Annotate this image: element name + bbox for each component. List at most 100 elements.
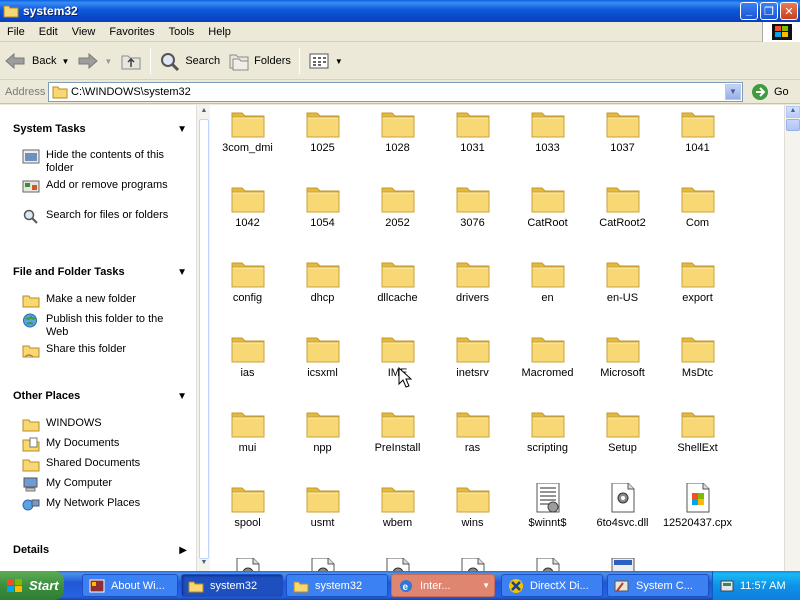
system-tasks-header[interactable]: System Tasks ▼ (13, 117, 187, 141)
folder-item[interactable]: inetsrv (435, 330, 510, 405)
folder-item[interactable]: en-US (585, 255, 660, 330)
search-button[interactable]: Search (155, 46, 224, 76)
folder-item[interactable]: usmt (285, 480, 360, 555)
folder-item[interactable]: 1031 (435, 105, 510, 180)
folders-button[interactable]: Folders (224, 46, 295, 76)
title-bar[interactable]: system32 _ ❐ ✕ (0, 0, 800, 22)
folder-item[interactable]: dllcache (360, 255, 435, 330)
folder-item[interactable]: ShellExt (660, 405, 735, 480)
file-item[interactable] (285, 555, 360, 571)
task-share-folder[interactable]: Share this folder (22, 343, 172, 358)
folder-item[interactable]: ras (435, 405, 510, 480)
folder-item[interactable]: config (210, 255, 285, 330)
task-search-files[interactable]: Search for files or folders (22, 209, 172, 224)
file-list-view[interactable]: 3com_dmi 1025 1028 1031 1033 1037 1041 1042 1054… (210, 105, 784, 571)
folder-item[interactable]: dhcp (285, 255, 360, 330)
views-button[interactable]: ▼ (304, 46, 347, 76)
chevron-down-icon[interactable]: ▼ (335, 57, 343, 66)
menu-tools[interactable]: Tools (162, 26, 202, 38)
folder-item[interactable]: Setup (585, 405, 660, 480)
task-hide-contents[interactable]: Hide the contents of this folder (22, 149, 172, 175)
taskbar-system32[interactable]: system32 (286, 574, 388, 597)
task-make-new-folder[interactable]: Make a new folder (22, 293, 172, 308)
file-folder-tasks-header[interactable]: File and Folder Tasks ▼ (13, 260, 187, 284)
folder-item[interactable]: Com (660, 180, 735, 255)
folder-item[interactable]: 1054 (285, 180, 360, 255)
expand-icon[interactable]: ▶ (179, 545, 187, 556)
chevron-down-icon[interactable]: ▼ (61, 57, 69, 66)
folder-item[interactable]: spool (210, 480, 285, 555)
folder-item[interactable]: mui (210, 405, 285, 480)
maximize-button[interactable]: ❐ (760, 2, 778, 20)
folder-item[interactable]: CatRoot2 (585, 180, 660, 255)
place-shared-documents[interactable]: Shared Documents (22, 457, 172, 472)
file-item[interactable] (585, 555, 660, 571)
folder-item[interactable]: drivers (435, 255, 510, 330)
file-item[interactable]: $winnt$ (510, 480, 585, 555)
place-windows[interactable]: WINDOWS (22, 417, 172, 432)
folder-item[interactable]: en (510, 255, 585, 330)
place-my-network-places[interactable]: My Network Places (22, 497, 172, 512)
folder-item[interactable]: 3076 (435, 180, 510, 255)
tray-app-icon[interactable] (719, 578, 735, 594)
collapse-icon[interactable]: ▼ (177, 267, 187, 278)
folder-item[interactable]: MsDtc (660, 330, 735, 405)
chevron-down-icon[interactable]: ▼ (725, 83, 741, 100)
scroll-thumb[interactable] (199, 119, 209, 559)
file-item[interactable] (435, 555, 510, 571)
folder-item[interactable]: wins (435, 480, 510, 555)
task-publish-web[interactable]: Publish this folder to the Web (22, 313, 172, 339)
folder-item[interactable]: CatRoot (510, 180, 585, 255)
details-header[interactable]: Details ▶ (13, 538, 187, 562)
scroll-up-icon[interactable]: ▲ (199, 107, 209, 117)
folder-item[interactable]: icsxml (285, 330, 360, 405)
folder-item[interactable]: 1041 (660, 105, 735, 180)
taskbar-system32-active[interactable]: system32 (181, 574, 283, 597)
taskbar-internet-explorer[interactable]: e Inter... ▼ (391, 574, 495, 597)
task-pane-scrollbar[interactable]: ▲ ▼ (196, 105, 210, 571)
file-item[interactable]: 6to4svc.dll (585, 480, 660, 555)
place-my-computer[interactable]: My Computer (22, 477, 172, 492)
folder-item[interactable]: ias (210, 330, 285, 405)
vertical-scrollbar[interactable]: ▲ (784, 105, 800, 571)
scroll-down-icon[interactable]: ▼ (199, 559, 209, 569)
file-item[interactable] (510, 555, 585, 571)
start-button[interactable]: Start (0, 571, 64, 600)
folder-item[interactable]: export (660, 255, 735, 330)
other-places-header[interactable]: Other Places ▼ (13, 384, 187, 408)
file-item[interactable] (360, 555, 435, 571)
folder-item[interactable]: 2052 (360, 180, 435, 255)
folder-item[interactable]: wbem (360, 480, 435, 555)
menu-view[interactable]: View (65, 26, 103, 38)
folder-item[interactable]: 1037 (585, 105, 660, 180)
folder-item[interactable]: Microsoft (585, 330, 660, 405)
minimize-button[interactable]: _ (740, 2, 758, 20)
folder-item[interactable]: 1033 (510, 105, 585, 180)
chevron-down-icon[interactable]: ▼ (104, 57, 112, 66)
forward-button[interactable]: ▼ (73, 46, 116, 76)
chevron-down-icon[interactable]: ▼ (482, 581, 490, 590)
scroll-thumb[interactable] (786, 119, 800, 131)
menu-file[interactable]: File (0, 26, 32, 38)
go-button[interactable]: Go (751, 83, 789, 101)
folder-item[interactable]: 3com_dmi (210, 105, 285, 180)
folder-item[interactable]: Macromed (510, 330, 585, 405)
taskbar-system-configuration[interactable]: System C... (607, 574, 709, 597)
task-add-remove-programs[interactable]: Add or remove programs (22, 179, 172, 194)
menu-edit[interactable]: Edit (32, 26, 65, 38)
menu-help[interactable]: Help (201, 26, 238, 38)
taskbar-about-windows[interactable]: About Wi... (82, 574, 178, 597)
file-item[interactable] (210, 555, 285, 571)
close-button[interactable]: ✕ (780, 2, 798, 20)
address-input[interactable]: C:\WINDOWS\system32 ▼ (48, 81, 743, 102)
folder-item[interactable]: npp (285, 405, 360, 480)
folder-item[interactable]: scripting (510, 405, 585, 480)
folder-item[interactable]: 1028 (360, 105, 435, 180)
folder-item[interactable]: PreInstall (360, 405, 435, 480)
file-item[interactable]: 12520437.cpx (660, 480, 735, 555)
collapse-icon[interactable]: ▼ (177, 391, 187, 402)
clock[interactable]: 11:57 AM (740, 580, 786, 592)
folder-item[interactable]: 1025 (285, 105, 360, 180)
collapse-icon[interactable]: ▼ (177, 124, 187, 135)
up-folder-button[interactable] (116, 46, 146, 76)
